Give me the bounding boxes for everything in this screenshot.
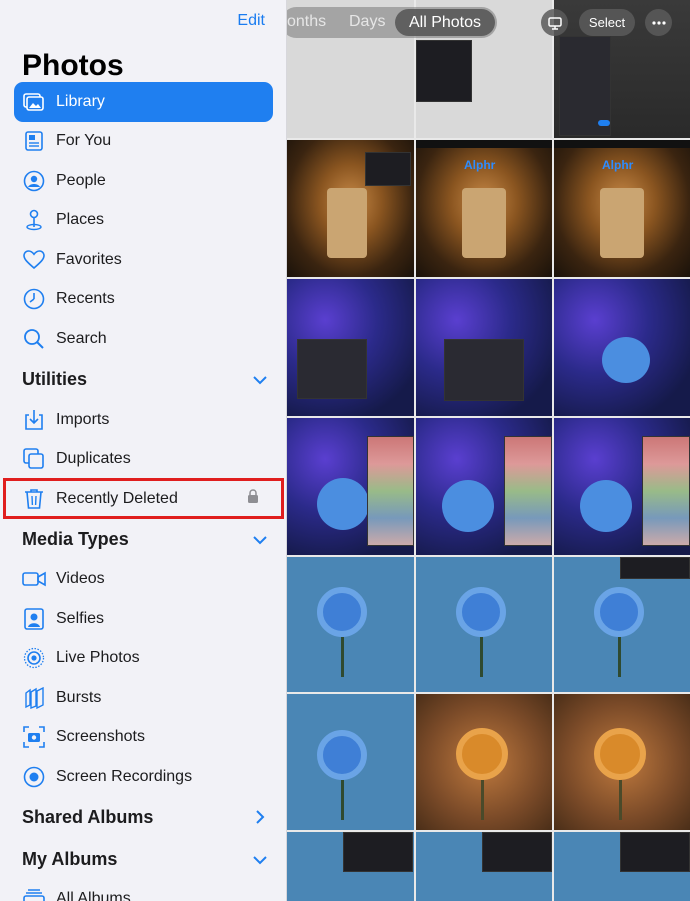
sidebar-item-favorites[interactable]: Favorites: [14, 240, 273, 280]
people-icon: [22, 169, 46, 193]
heart-icon: [22, 248, 46, 272]
photo-thumbnail[interactable]: [554, 279, 690, 416]
sidebar-item-label: For You: [56, 132, 112, 149]
grid-row: Alphr Alphr: [287, 140, 690, 277]
more-button[interactable]: [645, 9, 672, 36]
sidebar: Edit Photos Library For You People Place…: [0, 0, 287, 901]
edit-button[interactable]: Edit: [237, 12, 265, 30]
tab-days[interactable]: Days: [349, 13, 385, 31]
photo-thumbnail[interactable]: [416, 279, 552, 416]
sidebar-item-library[interactable]: Library: [14, 82, 273, 122]
sidebar-item-label: Screen Recordings: [56, 768, 193, 785]
sidebar-item-label: All Albums: [56, 890, 131, 901]
section-header-media-types[interactable]: Media Types: [22, 529, 129, 550]
chevron-right-icon[interactable]: [250, 807, 270, 827]
sidebar-item-label: Bursts: [56, 689, 102, 706]
sidebar-item-label: People: [56, 172, 106, 189]
sidebar-item-label: Search: [56, 330, 107, 347]
photo-thumbnail[interactable]: [287, 279, 414, 416]
video-icon: [22, 567, 46, 591]
grid-row: [287, 418, 690, 555]
photo-thumbnail[interactable]: [287, 140, 414, 277]
places-icon: [22, 208, 46, 232]
sidebar-item-label: Videos: [56, 570, 105, 587]
slideshow-icon: [547, 16, 562, 30]
sidebar-item-label: Imports: [56, 411, 110, 428]
imports-icon: [22, 408, 46, 432]
photo-thumbnail[interactable]: [416, 694, 552, 830]
sidebar-item-duplicates[interactable]: Duplicates: [14, 439, 273, 479]
photo-thumbnail[interactable]: Alphr: [416, 140, 552, 277]
section-header-my-albums[interactable]: My Albums: [22, 849, 117, 870]
live-photos-icon: [22, 646, 46, 670]
tab-all-photos[interactable]: All Photos: [395, 9, 495, 36]
photo-grid: Alphr Alphr: [287, 0, 690, 901]
slideshow-button[interactable]: [541, 9, 568, 36]
sidebar-item-selfies[interactable]: Selfies: [14, 599, 273, 639]
chevron-down-icon[interactable]: [250, 530, 270, 550]
albums-icon: [22, 887, 46, 901]
sidebar-title: Photos: [22, 49, 124, 82]
highlight-box: [3, 478, 284, 519]
photo-thumbnail[interactable]: [287, 694, 414, 830]
grid-row: [287, 557, 690, 692]
photo-thumbnail[interactable]: [416, 418, 552, 555]
select-button[interactable]: Select: [579, 9, 635, 36]
sidebar-item-label: Library: [56, 93, 105, 110]
sidebar-item-search[interactable]: Search: [14, 319, 273, 359]
sidebar-item-label: Favorites: [56, 251, 122, 268]
duplicates-icon: [22, 447, 46, 471]
sidebar-item-people[interactable]: People: [14, 161, 273, 201]
chevron-down-icon[interactable]: [250, 850, 270, 870]
photo-thumbnail[interactable]: Alphr: [554, 140, 690, 277]
photo-thumbnail[interactable]: [287, 832, 414, 901]
sidebar-item-label: Screenshots: [56, 728, 145, 745]
photo-thumbnail[interactable]: [554, 418, 690, 555]
screen-recording-icon: [22, 765, 46, 789]
sidebar-item-screenshots[interactable]: Screenshots: [14, 717, 273, 757]
sidebar-item-all-albums[interactable]: All Albums: [14, 879, 273, 901]
sidebar-item-bursts[interactable]: Bursts: [14, 678, 273, 718]
sidebar-item-live-photos[interactable]: Live Photos: [14, 638, 273, 678]
chevron-down-icon[interactable]: [250, 370, 270, 390]
selfie-icon: [22, 607, 46, 631]
photo-thumbnail[interactable]: [554, 557, 690, 692]
section-header-utilities[interactable]: Utilities: [22, 369, 87, 390]
sidebar-item-for-you[interactable]: For You: [14, 121, 273, 161]
for-you-icon: [22, 129, 46, 153]
view-toolbar: onths Days All Photos Select: [281, 0, 690, 44]
sidebar-item-label: Recents: [56, 290, 115, 307]
sidebar-item-label: Live Photos: [56, 649, 140, 666]
photo-thumbnail[interactable]: [287, 418, 414, 555]
photo-thumbnail[interactable]: [554, 832, 690, 901]
sidebar-item-screen-recordings[interactable]: Screen Recordings: [14, 757, 273, 797]
bursts-icon: [22, 686, 46, 710]
more-icon: [651, 20, 666, 25]
grid-row: [287, 694, 690, 830]
photo-thumbnail[interactable]: [287, 557, 414, 692]
sidebar-item-label: Places: [56, 211, 105, 228]
tab-months[interactable]: onths: [287, 13, 326, 31]
photo-thumbnail[interactable]: [416, 832, 552, 901]
search-icon: [22, 327, 46, 351]
library-icon: [22, 90, 46, 114]
section-header-shared-albums[interactable]: Shared Albums: [22, 807, 153, 828]
sidebar-item-places[interactable]: Places: [14, 200, 273, 240]
clock-icon: [22, 287, 46, 311]
sidebar-item-label: Duplicates: [56, 450, 131, 467]
grid-row: [287, 832, 690, 901]
sidebar-item-recents[interactable]: Recents: [14, 279, 273, 319]
grid-row: [287, 279, 690, 416]
sidebar-item-imports[interactable]: Imports: [14, 400, 273, 440]
photo-thumbnail[interactable]: [416, 557, 552, 692]
sidebar-item-label: Selfies: [56, 610, 105, 627]
sidebar-item-videos[interactable]: Videos: [14, 559, 273, 599]
screenshot-icon: [22, 725, 46, 749]
photo-thumbnail[interactable]: [554, 694, 690, 830]
